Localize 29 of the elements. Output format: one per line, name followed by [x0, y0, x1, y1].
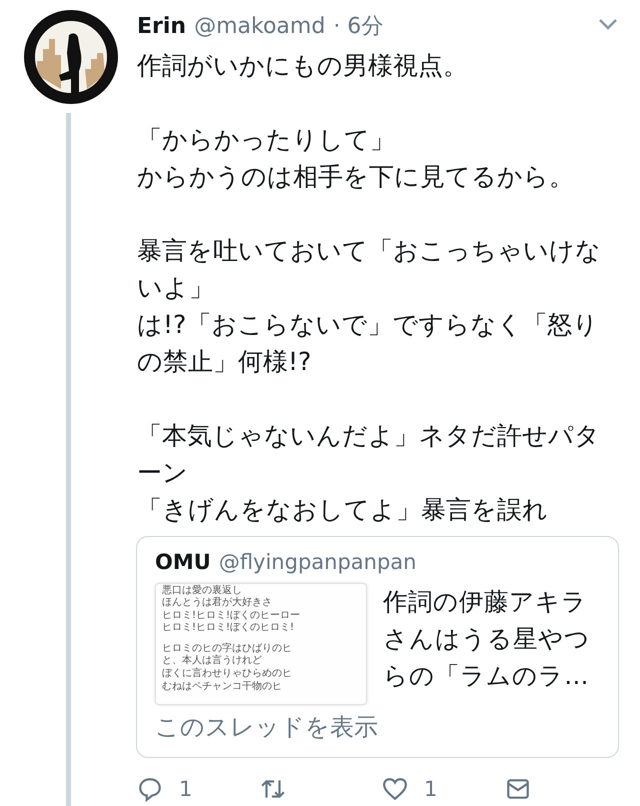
tweet-text: 「きげんをなおしてよ」暴言を誤れ	[137, 494, 549, 526]
tweet-text: 作詞がいかにもの男様視点。	[137, 50, 469, 82]
lyric-line: ヒロミ!ヒロミ!ぼくのヒロミ!	[162, 622, 296, 635]
avatar[interactable]	[22, 9, 118, 105]
show-thread-link[interactable]: このスレッドを表示	[155, 708, 600, 744]
tweet-time: · 6分	[333, 13, 384, 41]
lyric-line: と、本人は言うけれど	[162, 655, 263, 668]
quoted-user-name: OMU	[155, 549, 211, 576]
tweet-text: は!?「おこらないで」ですらなく「怒りの禁止」何様!?	[137, 309, 600, 378]
lyric-line: むねはペチャンコ干物のヒ	[162, 680, 283, 694]
tweet-text: 「からかったりして」	[137, 124, 396, 156]
lyric-line: ヒロミのヒの字はひばりのヒ	[162, 642, 293, 654]
quoted-tweet-card[interactable]: OMU @flyingpanpanpan 悪口は愛の裏返し ほんとうは君が大好きさ ヒロミ!ヒロミ!ぼくのヒーロー ヒロミ!ヒロミ!ぼくのヒロミ! ヒロミのヒの字はひばりのヒ と、本人は言うけれど ぼくに言わせりゃひらめのヒ むねはペチャンコ干物のヒ 作詞の伊藤アキラさんはうる星やつらの「ラムのラ… このスレッドを表示	[136, 536, 619, 758]
heart-icon[interactable]	[382, 776, 408, 802]
tweet-text: 暴言を吐いておいて「おこっちゃいけないよ」	[137, 235, 602, 304]
lyric-line: 悪口は愛の裏返し	[162, 584, 243, 596]
action-count: 1	[179, 776, 192, 802]
user-name[interactable]: Erin	[137, 10, 186, 43]
lyric-line: ほんとうは君が大好きさ	[162, 597, 273, 610]
tweet-text: からかうのは相手を下に見てるから。	[137, 161, 575, 193]
action-count: 1	[424, 776, 438, 802]
quoted-tweet-text: 作詞の伊藤アキラさんはうる星やつらの「ラムのラ…	[383, 586, 592, 692]
lyric-line: ヒロミ!ヒロミ!ぼくのヒーロー	[162, 610, 302, 622]
user-handle[interactable]: @makoamd	[194, 10, 326, 43]
tweet-text: 「本気じゃないんだよ」ネタだ許せパターン	[137, 420, 601, 489]
quoted-user-handle: @flyingpanpanpan	[218, 549, 416, 576]
reply-icon[interactable]	[137, 776, 163, 802]
lyric-line: ぼくに言わせりゃひらめのヒ	[162, 668, 293, 681]
caret-icon[interactable]	[598, 18, 618, 30]
